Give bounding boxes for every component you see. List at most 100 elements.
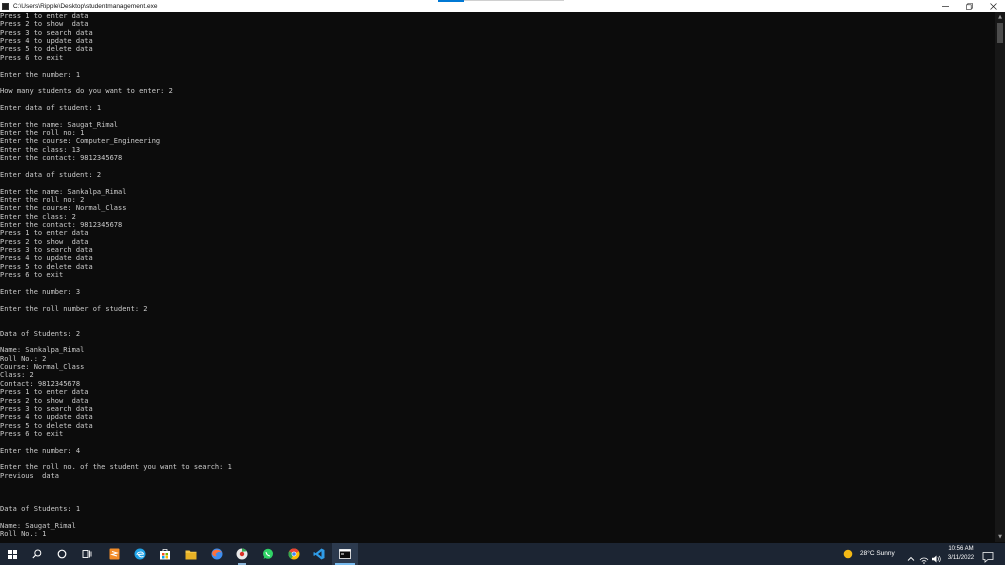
taskbar-app-firefox[interactable] bbox=[205, 543, 229, 565]
console-line: Enter the roll no: 1 bbox=[0, 129, 85, 138]
console-line: Press 1 to enter data bbox=[0, 388, 89, 397]
console-line: Press 2 to show data bbox=[0, 20, 89, 29]
console-line: Roll No.: 2 bbox=[0, 354, 47, 363]
taskbar-app-chrome[interactable] bbox=[282, 543, 306, 565]
minimize-icon bbox=[941, 5, 949, 7]
console-line: Enter the contact: 9812345678 bbox=[0, 220, 123, 229]
console-line: Enter the class: 2 bbox=[0, 212, 76, 221]
taskbar-app-whatsapp[interactable] bbox=[256, 543, 280, 565]
close-button[interactable] bbox=[981, 0, 1005, 12]
console-line: Press 2 to show data bbox=[0, 396, 89, 405]
console-line: Enter data of student: 1 bbox=[0, 103, 102, 112]
scroll-up-button[interactable]: ▲ bbox=[995, 12, 1005, 22]
console-line: Enter the name: Sankalpa_Rimal bbox=[0, 187, 127, 196]
console-line: Press 2 to show data bbox=[0, 237, 89, 246]
taskbar bbox=[0, 543, 1005, 565]
console-line: Enter the number: 3 bbox=[0, 287, 81, 296]
console-line: Press 3 to search data bbox=[0, 404, 93, 413]
window-title-bar[interactable]: C:\Users\Ripple\Desktop\studentmanagemen… bbox=[0, 0, 1005, 12]
console-line: Class: 2 bbox=[0, 371, 34, 380]
console-line: Press 3 to search data bbox=[0, 28, 93, 37]
vscode-icon bbox=[313, 548, 325, 560]
chrome-icon bbox=[288, 548, 300, 560]
console-line: Enter the course: Computer_Engineering bbox=[0, 137, 161, 146]
clock-time[interactable]: 10:56 AM bbox=[946, 546, 976, 552]
start-button[interactable] bbox=[0, 543, 24, 565]
console-line: Name: Saugat_Rimal bbox=[0, 521, 76, 530]
firefox-icon bbox=[211, 548, 223, 560]
scroll-down-button[interactable]: ▼ bbox=[995, 532, 1005, 542]
console-line: Enter the name: Saugat_Rimal bbox=[0, 120, 119, 129]
action-center-button[interactable] bbox=[982, 548, 994, 563]
console-line: Press 5 to delete data bbox=[0, 421, 93, 430]
edge-icon bbox=[134, 548, 146, 560]
taskbar-app-file-explorer[interactable] bbox=[179, 543, 203, 565]
console-line: Previous data bbox=[0, 471, 60, 480]
title-accent-decoration bbox=[438, 0, 464, 2]
taskbar-app-console[interactable] bbox=[332, 543, 358, 565]
search-button[interactable] bbox=[25, 543, 49, 565]
console-line: Enter the course: Normal_Class bbox=[0, 204, 127, 213]
taskbar-app-vscode[interactable] bbox=[307, 543, 331, 565]
console-line: Enter the roll number of student: 2 bbox=[0, 304, 148, 313]
cortana-icon bbox=[57, 549, 67, 559]
console-line: Enter the number: 1 bbox=[0, 70, 81, 79]
console-line: Press 4 to update data bbox=[0, 254, 93, 263]
console-line: Contact: 9812345678 bbox=[0, 379, 81, 388]
console-line: Enter the contact: 9812345678 bbox=[0, 154, 123, 163]
chevron-up-icon bbox=[907, 556, 915, 561]
notification-icon bbox=[982, 552, 994, 563]
scroll-thumb[interactable] bbox=[997, 23, 1003, 43]
taskbar-app-edge[interactable] bbox=[128, 543, 152, 565]
store-icon bbox=[160, 549, 170, 560]
restore-icon bbox=[965, 2, 973, 10]
console-text: Press 1 to enter data Press 2 to show dat… bbox=[0, 12, 995, 539]
clock-date[interactable]: 3/11/2022 bbox=[945, 555, 977, 561]
restore-button[interactable] bbox=[957, 0, 981, 12]
console-line: Press 1 to enter data bbox=[0, 12, 89, 20]
whatsapp-icon bbox=[263, 548, 273, 559]
network-icon bbox=[919, 557, 929, 564]
network-button[interactable] bbox=[919, 549, 929, 564]
console-line: Press 6 to exit bbox=[0, 429, 64, 438]
console-output-area[interactable]: Press 1 to enter data Press 2 to show dat… bbox=[0, 12, 995, 542]
vertical-scrollbar[interactable]: ▲ ▼ bbox=[995, 12, 1005, 542]
console-line: Press 4 to update data bbox=[0, 37, 93, 46]
console-line: How many students do you want to enter: … bbox=[0, 87, 173, 96]
console-line: Press 1 to enter data bbox=[0, 229, 89, 238]
volume-button[interactable] bbox=[931, 549, 941, 563]
cortana-button[interactable] bbox=[50, 543, 74, 565]
console-line: Name: Sankalpa_Rimal bbox=[0, 346, 85, 355]
close-icon bbox=[989, 2, 997, 10]
show-hidden-icons-button[interactable] bbox=[906, 549, 916, 561]
console-line: Enter data of student: 2 bbox=[0, 170, 102, 179]
task-view-button[interactable] bbox=[75, 543, 99, 565]
weather-widget[interactable] bbox=[838, 543, 858, 565]
file-explorer-icon bbox=[185, 550, 197, 559]
volume-icon bbox=[932, 555, 941, 563]
taskbar-app-store[interactable] bbox=[153, 543, 177, 565]
chrome-profile-icon bbox=[236, 548, 248, 560]
taskbar-app-chrome-profile[interactable] bbox=[230, 543, 254, 565]
weather-temperature[interactable]: 28°C Sunny bbox=[860, 550, 895, 557]
minimize-button[interactable] bbox=[933, 0, 957, 12]
title-decoration-line bbox=[464, 0, 564, 1]
taskbar-app-sublime-text[interactable] bbox=[102, 543, 126, 565]
windows-start-icon bbox=[7, 549, 17, 559]
console-line: Press 6 to exit bbox=[0, 271, 64, 280]
console-line: Course: Normal_Class bbox=[0, 363, 85, 372]
console-window-icon bbox=[2, 2, 9, 10]
